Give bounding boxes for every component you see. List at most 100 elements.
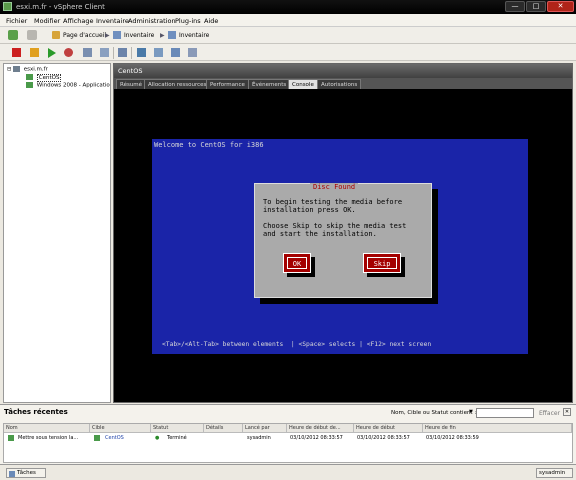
vsphere-client-window: esxi.m.fr - vSphere Client — □ ✕ Fichier… [0,0,576,480]
tab-autorisations[interactable]: Autorisations [317,79,362,89]
app-icon [3,2,12,11]
expand-toggle-icon[interactable]: ⊟ [7,67,11,73]
recent-tasks-panel: Tâches récentes Nom, Cible ou Statut con… [0,404,576,464]
task-icon [8,435,14,441]
tab-console[interactable]: Console [288,79,318,89]
skip-button[interactable]: Skip [363,253,401,273]
cdrom-icon[interactable] [154,48,163,57]
tab-evenements[interactable]: Événements [248,79,291,89]
column-header[interactable]: Nom [4,424,90,433]
status-bar: Tâches sysadmin [0,464,576,480]
snapshot-manager-icon[interactable] [118,48,127,57]
menu-modifier[interactable]: Modifier [34,17,60,25]
chevron-right-icon: ▶ [160,32,165,39]
task-initiator: sysadmin [247,435,271,441]
tree-vm-windows[interactable]: Windows 2008 - Applicatio [26,82,110,89]
title-bar: esxi.m.fr - vSphere Client — □ ✕ [0,0,576,14]
task-requested-time: 03/10/2012 08:33:57 [290,435,343,441]
tasks-table: Nom Cible Statut Détails Lancé par Heure… [3,423,573,463]
installer-screen: Welcome to CentOS for i386 Disc Found To… [152,139,528,354]
task-end-time: 03/10/2012 08:33:59 [426,435,479,441]
host-icon [12,66,20,72]
window-title: esxi.m.fr - vSphere Client [16,3,105,11]
vm-running-icon [26,74,33,80]
tree-vm-centos[interactable]: CentOS [26,73,62,82]
toolbar-separator [131,47,132,59]
tree-vm-label: Windows 2008 - Applicatio [36,82,110,89]
ok-button[interactable]: OK [283,253,311,273]
breadcrumb-home[interactable]: Page d'accueil [63,32,106,39]
suspend-icon[interactable] [30,48,39,57]
dialog-line: To begin testing the media before [263,198,403,206]
inventory-icon [113,31,121,39]
task-status: Terminé [167,435,187,441]
menu-bar: Fichier Modifier Affichage Inventaire Ad… [0,14,576,27]
toolbar [0,44,576,61]
menu-plugins[interactable]: Plug-ins [175,17,201,25]
column-header[interactable]: Lancé par [243,424,287,433]
power-off-icon[interactable] [12,48,21,57]
skip-button-label: Skip [367,257,397,269]
clear-filter-link[interactable]: Effacer [539,410,560,417]
dialog-line: and start the installation. [263,230,377,238]
snapshot-icon[interactable] [83,48,92,57]
task-target[interactable]: CentOS [105,435,124,441]
vm-icon [94,435,100,441]
tasks-button-label: Tâches [17,470,36,476]
menu-aide[interactable]: Aide [204,17,218,25]
tree-host-row[interactable]: ⊟ esxi.m.fr [7,66,48,73]
inventory-tree: ⊟ esxi.m.fr CentOS Windows 2008 - Applic… [3,63,111,403]
maximize-button[interactable]: □ [526,1,546,12]
tab-performance[interactable]: Performance [206,79,249,89]
chevron-down-icon[interactable]: ▼ [469,409,473,415]
dialog-line: installation press OK. [263,206,356,214]
console-footer-help: <Tab>/<Alt-Tab> between elements | <Spac… [162,341,432,348]
welcome-text: Welcome to CentOS for i386 [154,141,264,149]
tab-resume[interactable]: Résumé [116,79,147,89]
ok-button-label: OK [287,257,307,269]
recent-tasks-title: Tâches récentes [4,408,68,416]
column-header[interactable]: Heure de début [354,424,423,433]
tasks-button[interactable]: Tâches [6,468,46,478]
vm-panel-title: CentOS [114,64,572,78]
menu-affichage[interactable]: Affichage [63,17,94,25]
filter-input[interactable] [476,408,534,418]
home-icon [52,31,60,39]
navigation-bar: Page d'accueil ▶ Inventaire ▶ Inventaire [0,27,576,44]
column-header[interactable]: Cible [90,424,151,433]
column-header[interactable]: Statut [151,424,204,433]
tree-host-label: esxi.m.fr [23,66,48,73]
floppy-icon[interactable] [171,48,180,57]
filter-label: Nom, Cible ou Statut contient : [391,410,477,416]
menu-inventaire[interactable]: Inventaire [96,17,129,25]
breadcrumb-inventory-2[interactable]: Inventaire [179,32,209,39]
task-start-time: 03/10/2012 08:33:57 [357,435,410,441]
close-panel-icon[interactable]: ✕ [563,408,571,416]
console-icon[interactable] [137,48,146,57]
revert-snapshot-icon[interactable] [100,48,109,57]
task-name: Mettre sous tension la... [18,435,79,441]
vm-console[interactable]: Welcome to CentOS for i386 Disc Found To… [114,89,572,402]
vm-tabs: Résumé Allocation ressources Performance… [114,78,572,89]
menu-fichier[interactable]: Fichier [6,17,27,25]
status-check-icon: ● [155,435,160,441]
power-on-icon[interactable] [48,48,56,58]
reset-icon[interactable] [64,48,73,57]
minimize-button[interactable]: — [505,1,525,12]
close-button[interactable]: ✕ [547,1,574,12]
current-user: sysadmin [536,468,573,478]
vm-running-icon [26,82,33,88]
column-header[interactable]: Détails [204,424,243,433]
menu-administration[interactable]: Administration [128,17,176,25]
column-header[interactable]: Heure de début de... [287,424,354,433]
chevron-right-icon: ▶ [105,32,110,39]
breadcrumb-inventory[interactable]: Inventaire [124,32,154,39]
dialog-title: Disc Found [310,183,359,191]
inventory-icon [168,31,176,39]
network-icon[interactable] [188,48,197,57]
tab-allocation[interactable]: Allocation ressources [144,79,211,89]
back-icon[interactable] [8,30,18,40]
vm-detail-pane: CentOS Résumé Allocation ressources Perf… [113,63,573,403]
forward-icon[interactable] [27,30,37,40]
column-header[interactable]: Heure de fin [423,424,572,433]
